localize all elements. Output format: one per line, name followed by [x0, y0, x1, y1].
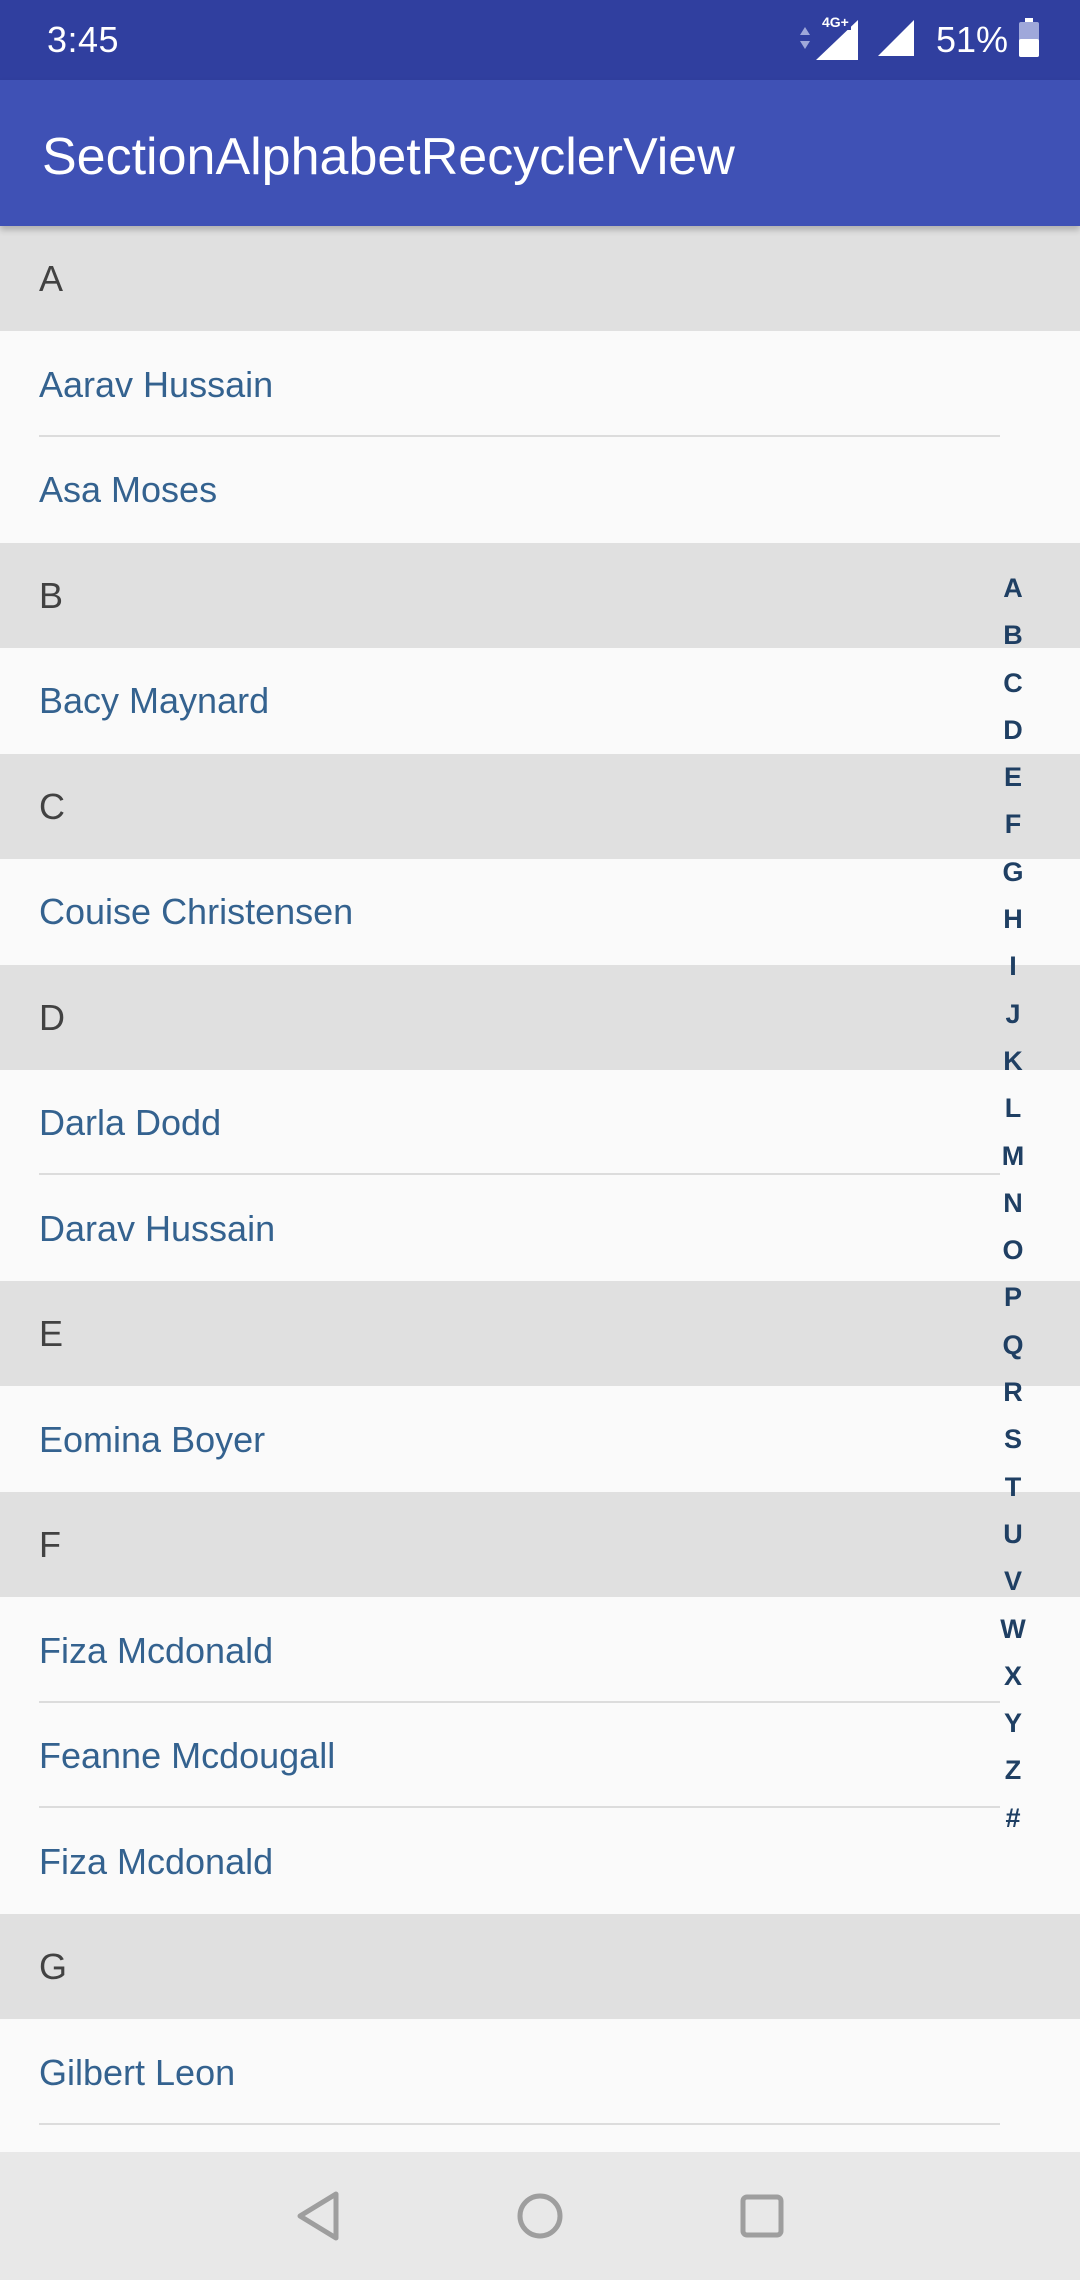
index-letter[interactable]: S [980, 1416, 1046, 1463]
alphabet-index[interactable]: A B C D E F G H I J K L M N O P Q R S T U V W X Y Z # [980, 565, 1046, 1842]
index-letter[interactable]: F [980, 801, 1046, 848]
index-letter[interactable]: Z [980, 1747, 1046, 1794]
section-header-label: B [39, 574, 64, 616]
index-letter[interactable]: B [980, 612, 1046, 659]
list-item[interactable]: Fiza Mcdonald [0, 1808, 1080, 1914]
index-letter[interactable]: O [980, 1227, 1046, 1274]
contact-name: Couise Christensen [39, 891, 354, 932]
section-header: E [0, 1281, 1080, 1386]
section-header-label: D [39, 996, 65, 1038]
battery-icon [1018, 17, 1040, 63]
recents-button[interactable] [718, 2172, 806, 2260]
contact-name: Darav Hussain [39, 1207, 276, 1249]
index-letter[interactable]: N [980, 1180, 1046, 1227]
network-type-label: 4G+ [819, 14, 851, 30]
signal-4g-icon: 4G+ [814, 14, 862, 62]
list-item[interactable]: Couise Christensen [0, 859, 1080, 964]
contact-name: Fiza Mcdonald [39, 1629, 274, 1671]
list-item[interactable]: Fiza Mcdonald [0, 1597, 1080, 1703]
status-icons: 4G+ 51% [784, 14, 1040, 66]
section-header-label: A [39, 258, 64, 299]
index-letter[interactable]: G [980, 849, 1046, 896]
index-letter[interactable]: E [980, 754, 1046, 801]
index-letter[interactable]: I [980, 943, 1046, 990]
data-arrows-icon [798, 23, 812, 58]
contact-name: Bacy Maynard [39, 680, 270, 721]
section-header: G [0, 1914, 1080, 2019]
index-letter[interactable]: L [980, 1085, 1046, 1132]
contact-name: Eomina Boyer [39, 1418, 266, 1460]
contact-name: Aarav Hussain [39, 363, 274, 405]
index-letter[interactable]: M [980, 1133, 1046, 1180]
list-item[interactable]: Darla Dodd [0, 1070, 1080, 1175]
home-button[interactable] [496, 2172, 584, 2260]
index-letter[interactable]: R [980, 1369, 1046, 1416]
index-letter[interactable]: C [980, 660, 1046, 707]
list-item[interactable]: Aarav Hussain [0, 331, 1080, 437]
contact-name: Gilbert Leon [39, 2051, 236, 2093]
index-letter[interactable]: # [980, 1795, 1046, 1842]
status-time: 3:45 [47, 19, 120, 60]
contact-name: Fiza Mcdonald [39, 1840, 274, 1882]
section-header: B [0, 542, 1080, 648]
section-header-label: G [39, 1946, 68, 1987]
back-button[interactable] [276, 2172, 364, 2260]
index-letter[interactable]: Y [980, 1700, 1046, 1747]
list-item[interactable]: Asa Moses [0, 437, 1080, 542]
list-item[interactable]: Eomina Boyer [0, 1386, 1080, 1492]
index-letter[interactable]: H [980, 896, 1046, 943]
contact-name: Darla Dodd [39, 1102, 222, 1143]
screen: 3:45 4G+ 51% SectionAlphabetRecyclerView… [0, 0, 1080, 2280]
battery-percent: 51% [935, 19, 1008, 60]
index-letter[interactable]: D [980, 707, 1046, 754]
index-letter[interactable]: K [980, 1038, 1046, 1085]
index-letter[interactable]: Q [980, 1322, 1046, 1369]
index-letter[interactable]: X [980, 1653, 1046, 1700]
index-letter[interactable]: J [980, 991, 1046, 1038]
section-header-label: F [39, 1524, 61, 1565]
index-letter[interactable]: W [980, 1606, 1046, 1653]
recents-icon [740, 2194, 784, 2238]
section-header-label: E [39, 1313, 64, 1354]
contact-list[interactable]: A Aarav Hussain Asa Moses B Bacy Maynard C Cou… [0, 226, 1080, 2152]
list-item[interactable]: Feanne Mcdougall [0, 1703, 1080, 1808]
index-letter[interactable]: P [980, 1274, 1046, 1321]
section-header: A [0, 226, 1080, 331]
navigation-bar [0, 2152, 1080, 2280]
section-header: F [0, 1492, 1080, 1597]
section-header: D [0, 964, 1080, 1070]
app-title: SectionAlphabetRecyclerView [42, 128, 735, 186]
app-toolbar: SectionAlphabetRecyclerView [0, 80, 1080, 226]
list-item[interactable]: Bacy Maynard [0, 648, 1080, 753]
index-letter[interactable]: V [980, 1558, 1046, 1605]
index-letter[interactable]: T [980, 1464, 1046, 1511]
contact-name: Asa Moses [39, 469, 218, 510]
row-divider [39, 2122, 1000, 2125]
home-icon [517, 2193, 563, 2239]
signal-icon [876, 18, 916, 63]
status-bar: 3:45 4G+ 51% [0, 0, 1080, 80]
back-icon [297, 2191, 339, 2241]
index-letter[interactable]: A [980, 565, 1046, 612]
index-letter[interactable]: U [980, 1511, 1046, 1558]
list-item[interactable]: Darav Hussain [0, 1175, 1080, 1281]
contact-name: Feanne Mcdougall [39, 1735, 336, 1776]
list-item[interactable]: Gilbert Leon [0, 2019, 1080, 2125]
section-header-label: C [39, 785, 65, 827]
section-header: C [0, 753, 1080, 859]
